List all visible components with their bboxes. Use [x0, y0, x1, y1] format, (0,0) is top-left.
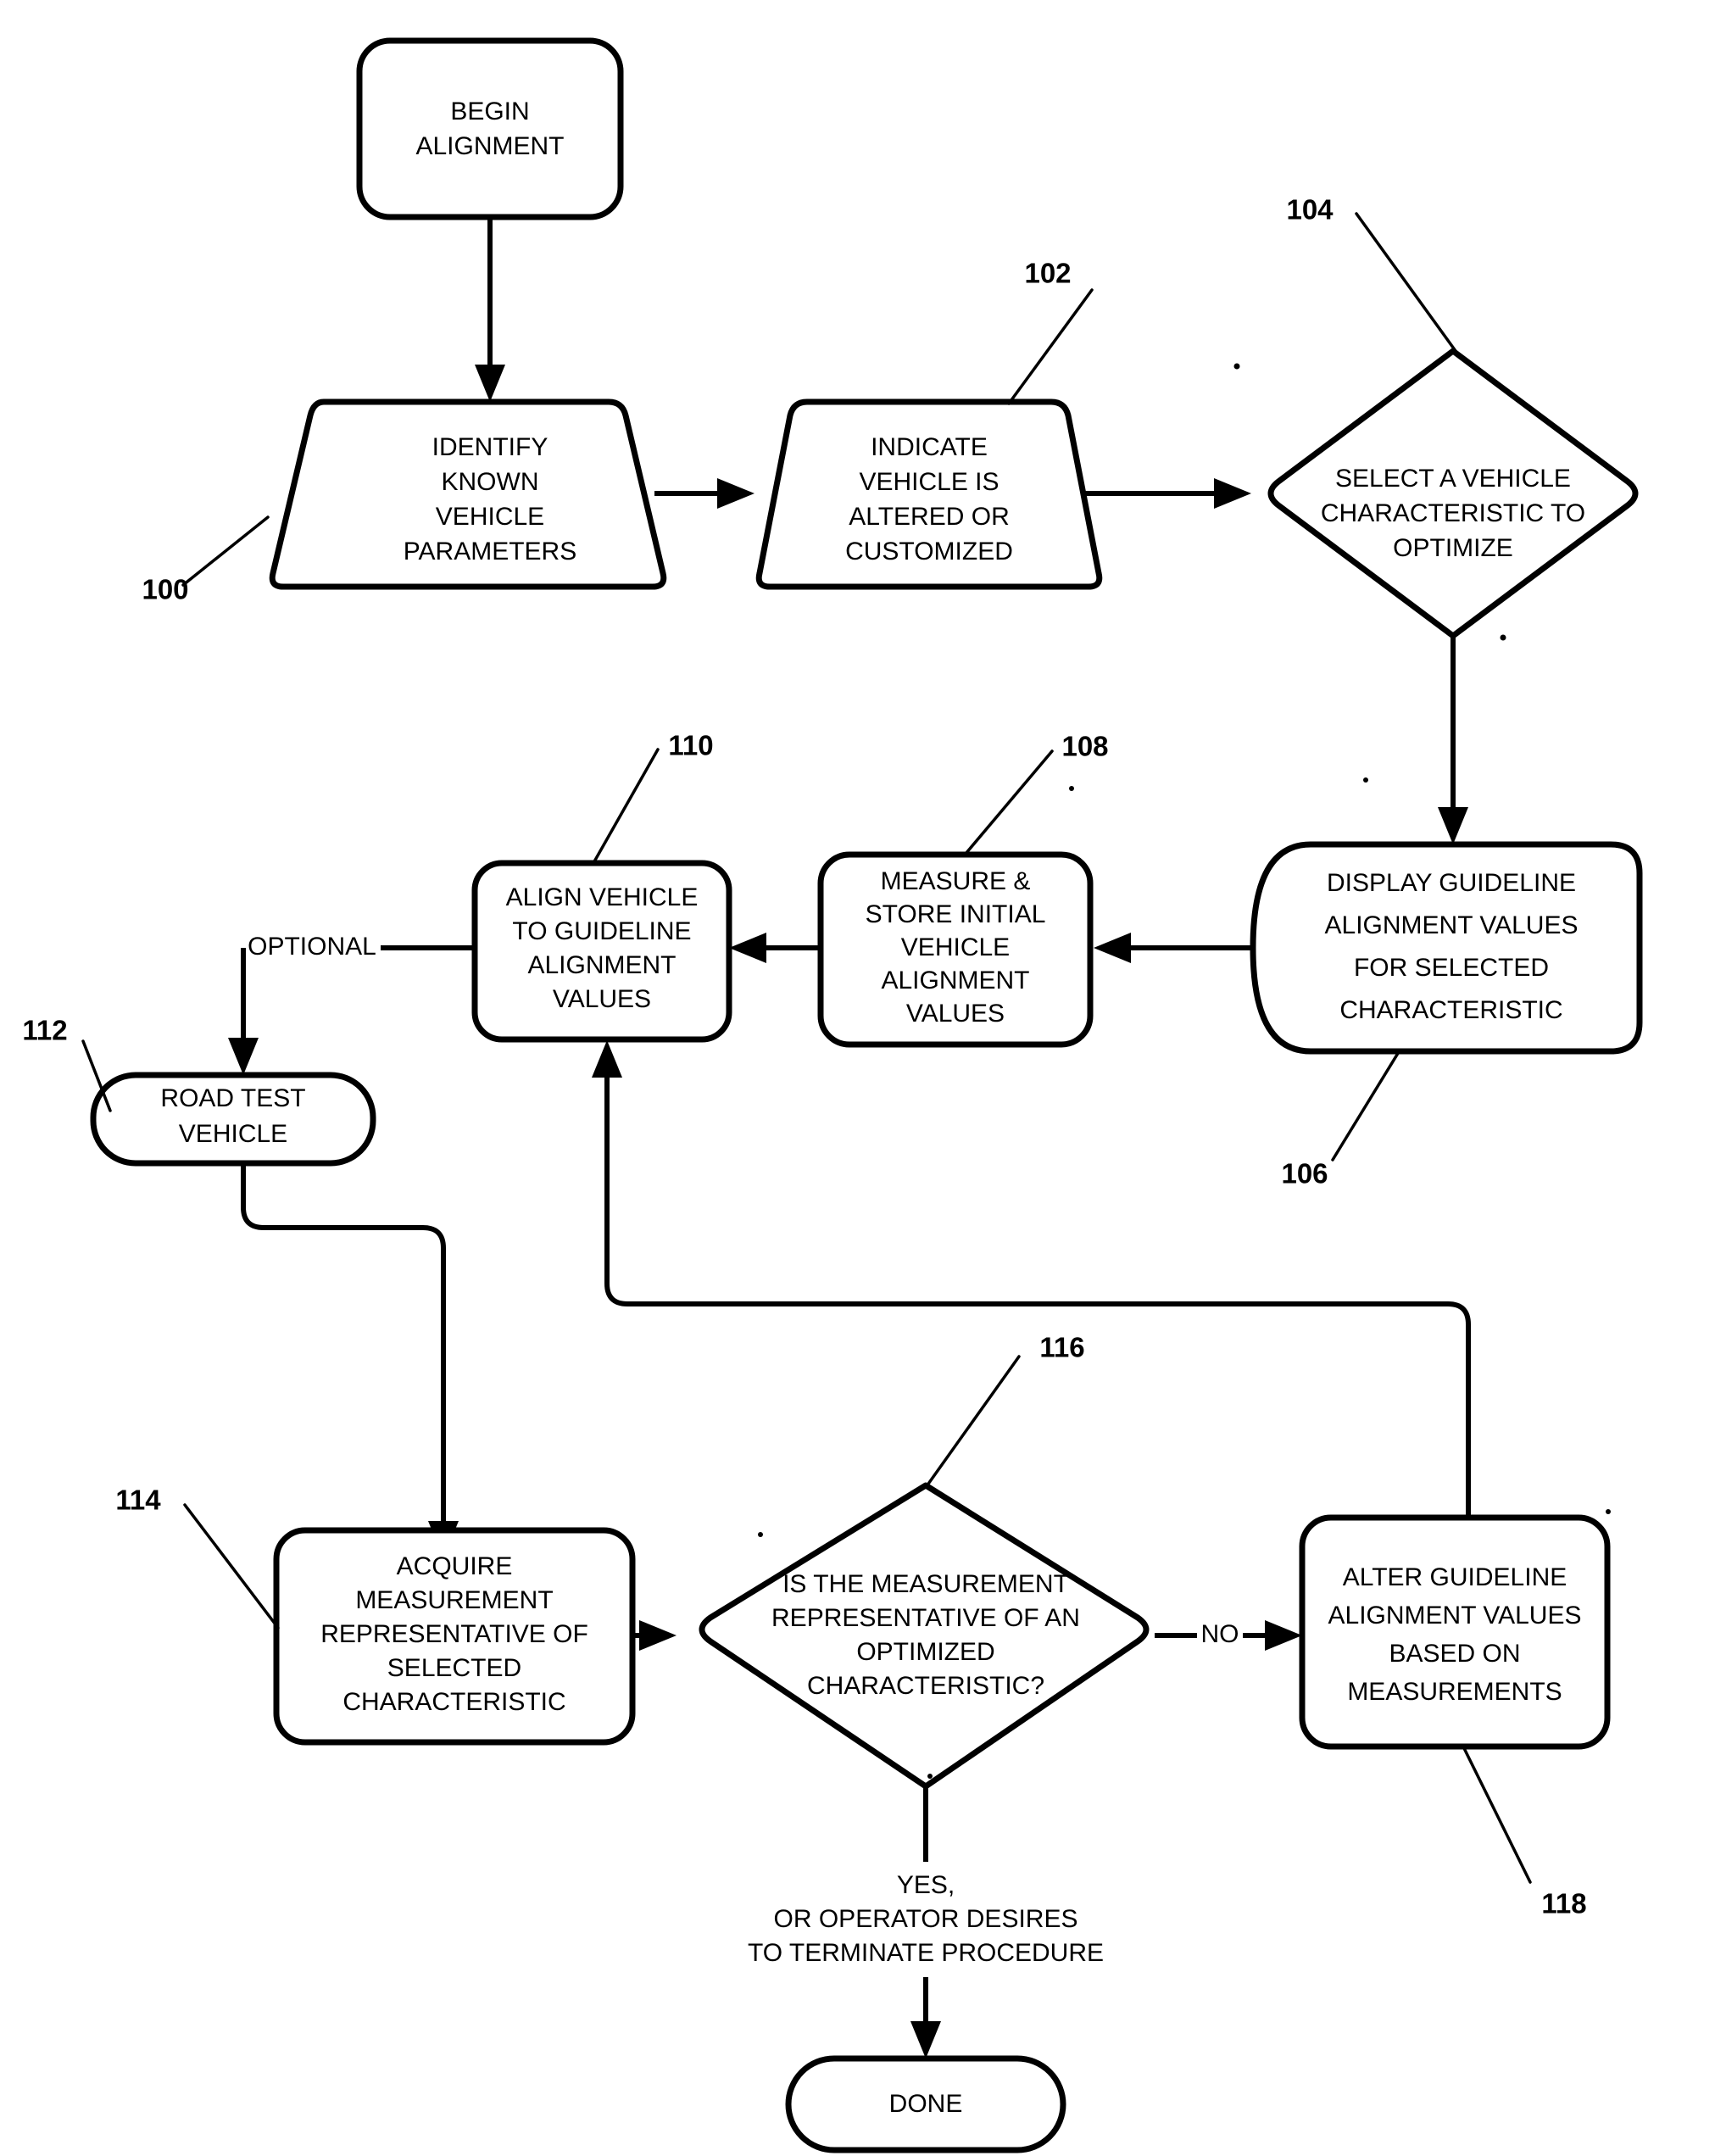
node-display-guideline-values[interactable]: DISPLAY GUIDELINE ALIGNMENT VALUES FOR S… [1250, 841, 1643, 1055]
ref-numeral-100: 100 [142, 515, 270, 605]
ref-label-106: 106 [1281, 1158, 1328, 1189]
edge-label-yes-1: OR OPERATOR DESIRES [774, 1905, 1078, 1933]
node-alter-line-1: ALIGNMENT VALUES [1328, 1602, 1582, 1630]
node-done-line-0: DONE [889, 2090, 963, 2118]
node-begin-line-0: BEGIN [450, 97, 529, 125]
node-display-line-0: DISPLAY GUIDELINE [1327, 869, 1576, 897]
edge-identify-to-indicate [654, 478, 754, 509]
ref-label-100: 100 [142, 574, 188, 605]
node-identify-line-2: VEHICLE [436, 503, 544, 531]
scan-speck [758, 1532, 763, 1537]
figure-canvas: BEGIN ALIGNMENT IDENTIFY KNOWN VEHICLE P… [0, 0, 1715, 2156]
node-alter-line-2: BASED ON [1389, 1640, 1520, 1668]
edge-roadtest-to-acquire [241, 1161, 459, 1558]
scan-speck [1233, 363, 1240, 370]
ref-label-114: 114 [115, 1485, 161, 1516]
node-acquire-line-0: ACQUIRE [397, 1552, 513, 1580]
node-measure-line-2: VEHICLE [901, 933, 1010, 961]
node-identify-line-0: IDENTIFY [432, 433, 548, 461]
node-select-line-1: CHARACTERISTIC TO [1321, 499, 1585, 527]
scan-speck [927, 1774, 933, 1779]
edge-optional-branch [228, 945, 475, 1075]
node-align-line-2: ALIGNMENT [527, 951, 676, 979]
node-roadtest-line-1: VEHICLE [179, 1120, 287, 1148]
ref-numeral-114: 114 [115, 1485, 280, 1630]
node-begin-alignment[interactable]: BEGIN ALIGNMENT [356, 37, 624, 220]
edge-begin-to-identify [475, 217, 505, 402]
ref-label-110: 110 [668, 730, 713, 761]
node-identify-line-1: KNOWN [442, 468, 539, 496]
node-acquire-line-1: MEASUREMENT [355, 1586, 553, 1614]
node-acquire-measurement[interactable]: ACQUIRE MEASUREMENT REPRESENTATIVE OF SE… [273, 1527, 636, 1746]
node-align-line-3: VALUES [553, 985, 651, 1013]
node-display-line-1: ALIGNMENT VALUES [1325, 911, 1579, 939]
flowchart-diagram: BEGIN ALIGNMENT IDENTIFY KNOWN VEHICLE P… [22, 37, 1643, 2153]
node-measure-line-3: ALIGNMENT [881, 967, 1029, 994]
node-begin-line-1: ALIGNMENT [415, 132, 564, 160]
ref-numeral-116: 116 [925, 1332, 1085, 1488]
node-acquire-line-3: SELECTED [387, 1654, 521, 1682]
scan-speck [1363, 777, 1368, 783]
node-alter-line-0: ALTER GUIDELINE [1343, 1563, 1567, 1591]
ref-label-104: 104 [1286, 194, 1334, 226]
edge-acquire-to-question [634, 1620, 677, 1651]
ref-numeral-102: 102 [1007, 258, 1094, 405]
edge-display-to-measure [1094, 933, 1253, 963]
node-question-line-0: IS THE MEASUREMENT [782, 1570, 1069, 1598]
node-alter-line-3: MEASUREMENTS [1347, 1678, 1562, 1706]
edge-label-yes-2: TO TERMINATE PROCEDURE [748, 1939, 1104, 1967]
node-align-line-1: TO GUIDELINE [512, 917, 691, 945]
node-road-test-vehicle[interactable]: ROAD TEST VEHICLE [90, 1072, 376, 1167]
node-indicate-line-1: VEHICLE IS [859, 468, 999, 496]
ref-label-108: 108 [1061, 731, 1108, 762]
edge-measure-to-align [729, 933, 821, 963]
node-acquire-line-2: REPRESENTATIVE OF [320, 1620, 588, 1648]
node-measure-line-4: VALUES [906, 1000, 1005, 1028]
node-align-vehicle-to-guideline[interactable]: ALIGN VEHICLE TO GUIDELINE ALIGNMENT VAL… [471, 860, 732, 1043]
edge-indicate-to-select [1077, 478, 1251, 509]
ref-label-102: 102 [1024, 258, 1071, 289]
scan-speck [1069, 786, 1074, 791]
ref-numeral-104: 104 [1286, 194, 1457, 353]
edge-select-to-display [1438, 636, 1468, 844]
node-identify-line-3: PARAMETERS [404, 538, 576, 565]
node-indicate-line-0: INDICATE [871, 433, 988, 461]
node-measure-store-initial[interactable]: MEASURE & STORE INITIAL VEHICLE ALIGNMEN… [817, 851, 1094, 1048]
node-question-optimized-characteristic[interactable]: IS THE MEASUREMENT REPRESENTATIVE OF AN … [699, 1482, 1150, 1790]
ref-numeral-106: 106 [1281, 1049, 1401, 1189]
ref-label-118: 118 [1541, 1888, 1586, 1919]
node-roadtest-line-0: ROAD TEST [160, 1084, 305, 1112]
node-acquire-line-4: CHARACTERISTIC [342, 1688, 565, 1716]
node-question-line-2: OPTIMIZED [856, 1638, 994, 1666]
edge-label-optional: OPTIONAL [248, 933, 376, 961]
edge-label-no: NO [1201, 1620, 1239, 1648]
ref-label-112: 112 [22, 1015, 67, 1046]
node-display-line-3: CHARACTERISTIC [1339, 996, 1562, 1024]
node-measure-line-0: MEASURE & [881, 867, 1031, 895]
node-align-line-0: ALIGN VEHICLE [506, 883, 699, 911]
node-select-line-2: OPTIMIZE [1393, 534, 1513, 562]
node-indicate-line-3: CUSTOMIZED [845, 538, 1013, 565]
node-measure-line-1: STORE INITIAL [866, 900, 1046, 928]
scan-speck [1500, 634, 1506, 641]
ref-numeral-108: 108 [964, 731, 1109, 855]
node-done[interactable]: DONE [785, 2055, 1066, 2153]
node-question-line-1: REPRESENTATIVE OF AN [771, 1604, 1080, 1632]
node-select-vehicle-characteristic[interactable]: SELECT A VEHICLE CHARACTERISTIC TO OPTIM… [1267, 348, 1639, 639]
node-identify-known-vehicle-parameters[interactable]: IDENTIFY KNOWN VEHICLE PARAMETERS [269, 398, 667, 590]
node-indicate-line-2: ALTERED OR [849, 503, 1009, 531]
node-alter-guideline-values[interactable]: ALTER GUIDELINE ALIGNMENT VALUES BASED O… [1299, 1514, 1611, 1750]
scan-speck [1606, 1509, 1611, 1514]
edge-label-yes-0: YES, [897, 1871, 955, 1899]
ref-numeral-118: 118 [1462, 1745, 1587, 1919]
node-display-line-2: FOR SELECTED [1354, 954, 1549, 982]
ref-label-116: 116 [1039, 1332, 1084, 1363]
node-question-line-3: CHARACTERISTIC? [807, 1672, 1044, 1700]
node-indicate-vehicle-altered[interactable]: INDICATE VEHICLE IS ALTERED OR CUSTOMIZE… [755, 398, 1103, 590]
node-select-line-0: SELECT A VEHICLE [1335, 465, 1571, 493]
ref-numeral-110: 110 [592, 730, 714, 865]
